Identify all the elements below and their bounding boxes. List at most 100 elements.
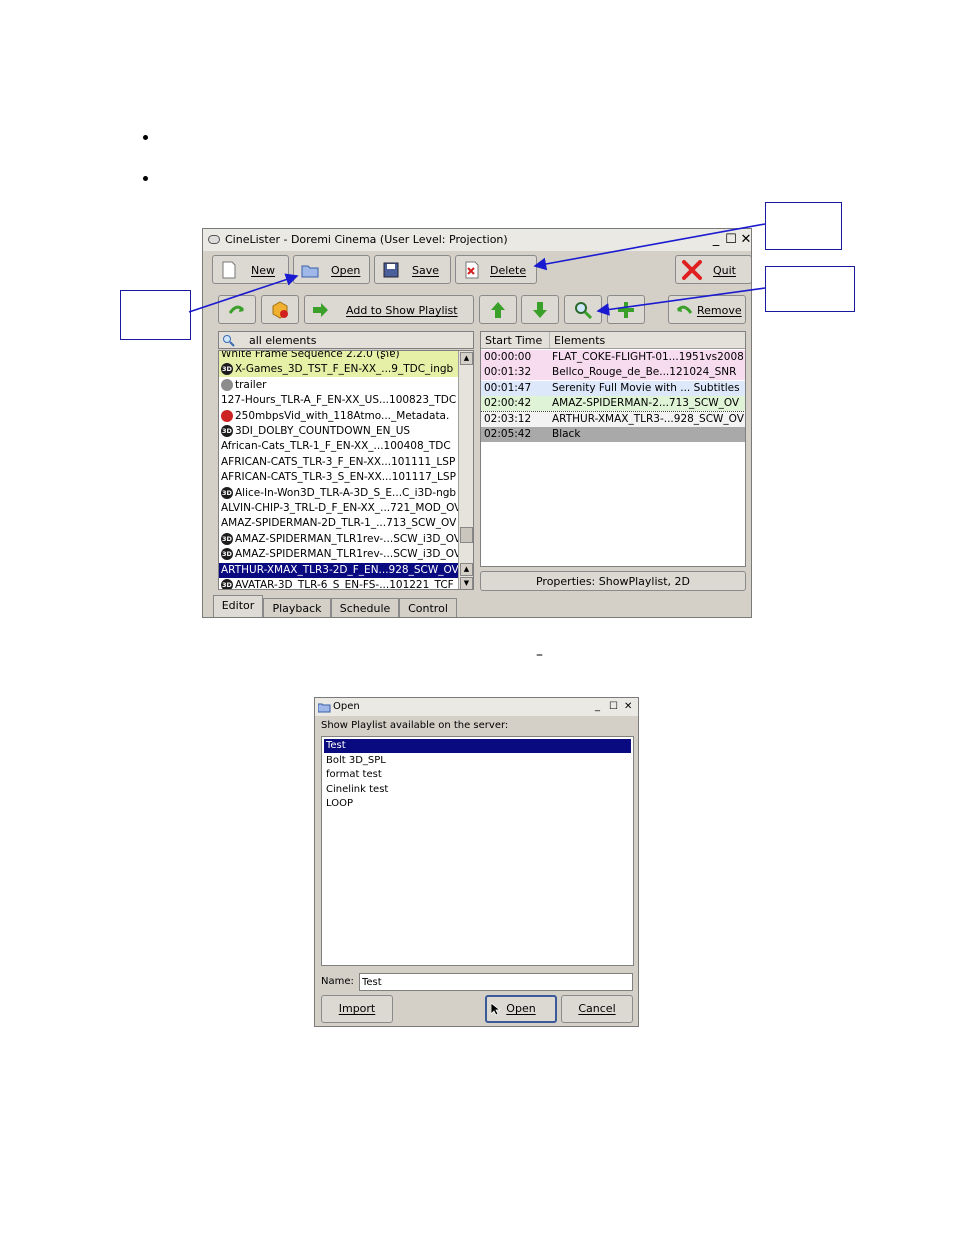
window-titlebar: CineLister - Doremi Cinema (User Level: … xyxy=(203,229,751,251)
playlist-row[interactable]: 02:03:12 ARTHUR-XMAX_TLR3-...928_SCW_OV xyxy=(481,410,745,428)
content-list-item[interactable]: AMAZ-SPIDERMAN-2D_TLR-1_...713_SCW_OV xyxy=(219,516,459,532)
3d-badge-icon: 3D xyxy=(221,548,233,561)
content-list-item[interactable]: 3D AMAZ-SPIDERMAN_TLR1rev-...SCW_i3D_OV xyxy=(219,547,461,563)
minimize-icon[interactable]: _ xyxy=(709,233,723,247)
content-list-item-label: African-Cats_TLR-1_F_EN-XX_...100408_TDC xyxy=(221,440,451,453)
content-list-item[interactable]: ARTHUR-XMAX_TLR3-2D_F_EN...928_SCW_OV xyxy=(219,562,459,578)
content-list-item[interactable]: AFRICAN-CATS_TLR-3_S_EN-XX...101117_LSP xyxy=(219,470,459,486)
content-list-item-label: X-Games_3D_TST_F_EN-XX_...9_TDC_ingb xyxy=(235,363,454,376)
add-to-show-playlist-button[interactable]: Add to Show Playlist xyxy=(304,295,474,324)
dialog-titlebar: Open _ ☐ ✕ xyxy=(315,698,638,716)
dialog-close-icon[interactable]: ✕ xyxy=(624,698,632,716)
dialog-title: Open xyxy=(333,701,360,712)
scroll-up-arrow[interactable]: ▲ xyxy=(460,352,473,365)
playlist-row[interactable]: 00:00:00 FLAT_COKE-FLIGHT-01...1951vs2008 xyxy=(481,350,745,365)
close-icon[interactable]: ✕ xyxy=(739,233,751,247)
tab-control[interactable]: Control xyxy=(399,598,457,617)
add-item-button[interactable] xyxy=(607,295,645,324)
open-folder-icon xyxy=(301,265,319,278)
open-button-dialog[interactable]: Open xyxy=(485,995,557,1023)
dialog-maximize-icon[interactable]: ☐ xyxy=(609,698,618,716)
tab-schedule[interactable]: Schedule xyxy=(331,598,399,617)
properties-button[interactable]: Properties: ShowPlaylist, 2D xyxy=(480,571,746,591)
save-button[interactable]: Save xyxy=(374,255,451,284)
content-list-item-label: AVATAR-3D_TLR-6_S_EN-FS-...101221_TCF xyxy=(235,579,454,590)
content-list-item-label: AMAZ-SPIDERMAN-2D_TLR-1_...713_SCW_OV xyxy=(221,517,457,530)
scroll-down-arrow[interactable]: ▼ xyxy=(460,577,473,589)
mouse-cursor-icon xyxy=(491,1003,500,1016)
remove-button[interactable]: Remove xyxy=(668,295,746,324)
server-playlist-item[interactable]: Test xyxy=(324,739,631,753)
delete-content-button[interactable] xyxy=(261,295,299,324)
green-down-arrow-icon xyxy=(533,302,547,318)
playlist-start-time: 02:00:42 xyxy=(484,397,532,410)
content-list[interactable]: White Frame Sequence 2.2.0 (ʂ℩ɐ) 3D X-Game… xyxy=(218,350,474,590)
import-button[interactable]: Import xyxy=(321,995,393,1023)
content-list-item[interactable]: 3D AMAZ-SPIDERMAN_TLR1rev-...SCW_i3D_OV xyxy=(219,531,461,547)
content-list-item-label: 250mbpsVid_with_118Atmo..._Metadata. xyxy=(235,409,450,422)
callout-box-search xyxy=(765,266,855,312)
content-list-item[interactable]: 3D X-Games_3D_TST_F_EN-XX_...9_TDC_ingb xyxy=(219,362,459,378)
show-playlist-table[interactable]: Start Time Elements 00:00:00 FLAT_COKE-FL… xyxy=(480,331,746,567)
cancel-button[interactable]: Cancel xyxy=(561,995,633,1023)
maximize-icon[interactable]: ☐ xyxy=(724,233,738,247)
open-button[interactable]: Open xyxy=(293,255,370,284)
server-playlist-item[interactable]: LOOP xyxy=(324,797,631,811)
quit-button[interactable]: Quit xyxy=(675,255,751,284)
content-list-item[interactable]: African-Cats_TLR-1_F_EN-XX_...100408_TDC xyxy=(219,439,459,455)
move-down-button[interactable] xyxy=(521,295,559,324)
content-list-scrollbar[interactable]: ▲ ▲ ▼ xyxy=(458,351,473,589)
magnifier-icon xyxy=(575,302,592,319)
green-right-arrow-icon xyxy=(313,303,328,317)
3d-badge-icon: 3D xyxy=(221,486,233,499)
green-up-arrow-icon xyxy=(491,302,505,318)
content-list-item[interactable]: trailer xyxy=(219,377,459,393)
content-list-item[interactable]: 127-Hours_TLR-A_F_EN-XX_US...100823_TDC xyxy=(219,393,459,409)
bullet-1 xyxy=(143,135,148,140)
playlist-row[interactable]: 02:05:42 Black xyxy=(481,427,745,442)
playlist-select-list[interactable]: Test Bolt 3D_SPL format test Cinelink test L… xyxy=(321,736,634,966)
content-list-item-label: ARTHUR-XMAX_TLR3-2D_F_EN...928_SCW_OV xyxy=(221,563,459,576)
playlist-element: Bellco_Rouge_de_Be...121024_SNR xyxy=(552,366,737,379)
separator-glyph: – xyxy=(536,647,543,663)
refresh-button[interactable] xyxy=(218,295,256,324)
playlist-row[interactable]: 00:01:32 Bellco_Rouge_de_Be...121024_SNR xyxy=(481,365,745,381)
content-list-item-label: AFRICAN-CATS_TLR-3_F_EN-XX...101111_LSP xyxy=(221,455,456,468)
playlist-row[interactable]: 00:01:47 Serenity Full Movie with ... Sub… xyxy=(481,380,745,396)
move-up-button[interactable] xyxy=(479,295,517,324)
column-header-elements[interactable]: Elements xyxy=(550,332,745,349)
column-header-start-time[interactable]: Start Time xyxy=(481,332,550,349)
playlist-start-time: 00:01:32 xyxy=(484,366,532,379)
scroll-up-arrow-lower[interactable]: ▲ xyxy=(460,563,473,576)
dialog-minimize-icon[interactable]: _ xyxy=(595,698,600,716)
server-playlist-item[interactable]: Cinelink test xyxy=(324,783,631,797)
content-list-item[interactable]: 3D Alice-In-Won3D_TLR-A-3D_S_E...C_i3D-ng… xyxy=(219,485,459,501)
new-document-icon xyxy=(222,261,236,279)
bullet-2 xyxy=(143,176,148,181)
name-input[interactable] xyxy=(359,973,633,991)
green-plus-icon xyxy=(618,302,634,318)
content-list-item[interactable]: AFRICAN-CATS_TLR-3_F_EN-XX...101111_LSP xyxy=(219,454,459,470)
content-list-item-label: 3DI_DOLBY_COUNTDOWN_EN_US xyxy=(235,425,411,437)
scroll-thumb[interactable] xyxy=(460,527,473,543)
floppy-disk-icon xyxy=(383,262,399,278)
dialog-prompt: Show Playlist available on the server: xyxy=(321,720,509,731)
server-playlist-item[interactable]: format test xyxy=(324,768,631,782)
tab-editor[interactable]: Editor xyxy=(213,595,263,617)
content-list-item[interactable]: 250mbpsVid_with_118Atmo..._Metadata. xyxy=(219,408,459,424)
content-list-item[interactable]: 3D 3DI_DOLBY_COUNTDOWN_EN_US xyxy=(219,424,459,439)
delete-button[interactable]: Delete xyxy=(455,255,537,284)
filter-label: all elements xyxy=(249,334,317,347)
content-list-item[interactable]: ALVIN-CHIP-3_TRL-D_F_EN-XX_...721_MOD_OV xyxy=(219,501,461,516)
new-button[interactable]: New xyxy=(212,255,289,284)
search-content-button[interactable] xyxy=(564,295,602,324)
content-filter-bar[interactable]: all elements xyxy=(218,331,474,349)
tab-playback[interactable]: Playback xyxy=(263,598,331,617)
content-list-item[interactable]: 3D AVATAR-3D_TLR-6_S_EN-FS-...101221_TCF xyxy=(219,578,459,590)
playlist-element: ARTHUR-XMAX_TLR3-...928_SCW_OV xyxy=(552,412,744,425)
cinelister-window: CineLister - Doremi Cinema (User Level: … xyxy=(202,228,752,618)
server-playlist-item[interactable]: Bolt 3D_SPL xyxy=(324,754,631,768)
content-list-item[interactable]: White Frame Sequence 2.2.0 (ʂ℩ɐ) xyxy=(219,351,459,362)
playlist-row[interactable]: 02:00:42 AMAZ-SPIDERMAN-2...713_SCW_OV xyxy=(481,396,745,412)
playlist-start-time: 00:01:47 xyxy=(484,381,532,394)
